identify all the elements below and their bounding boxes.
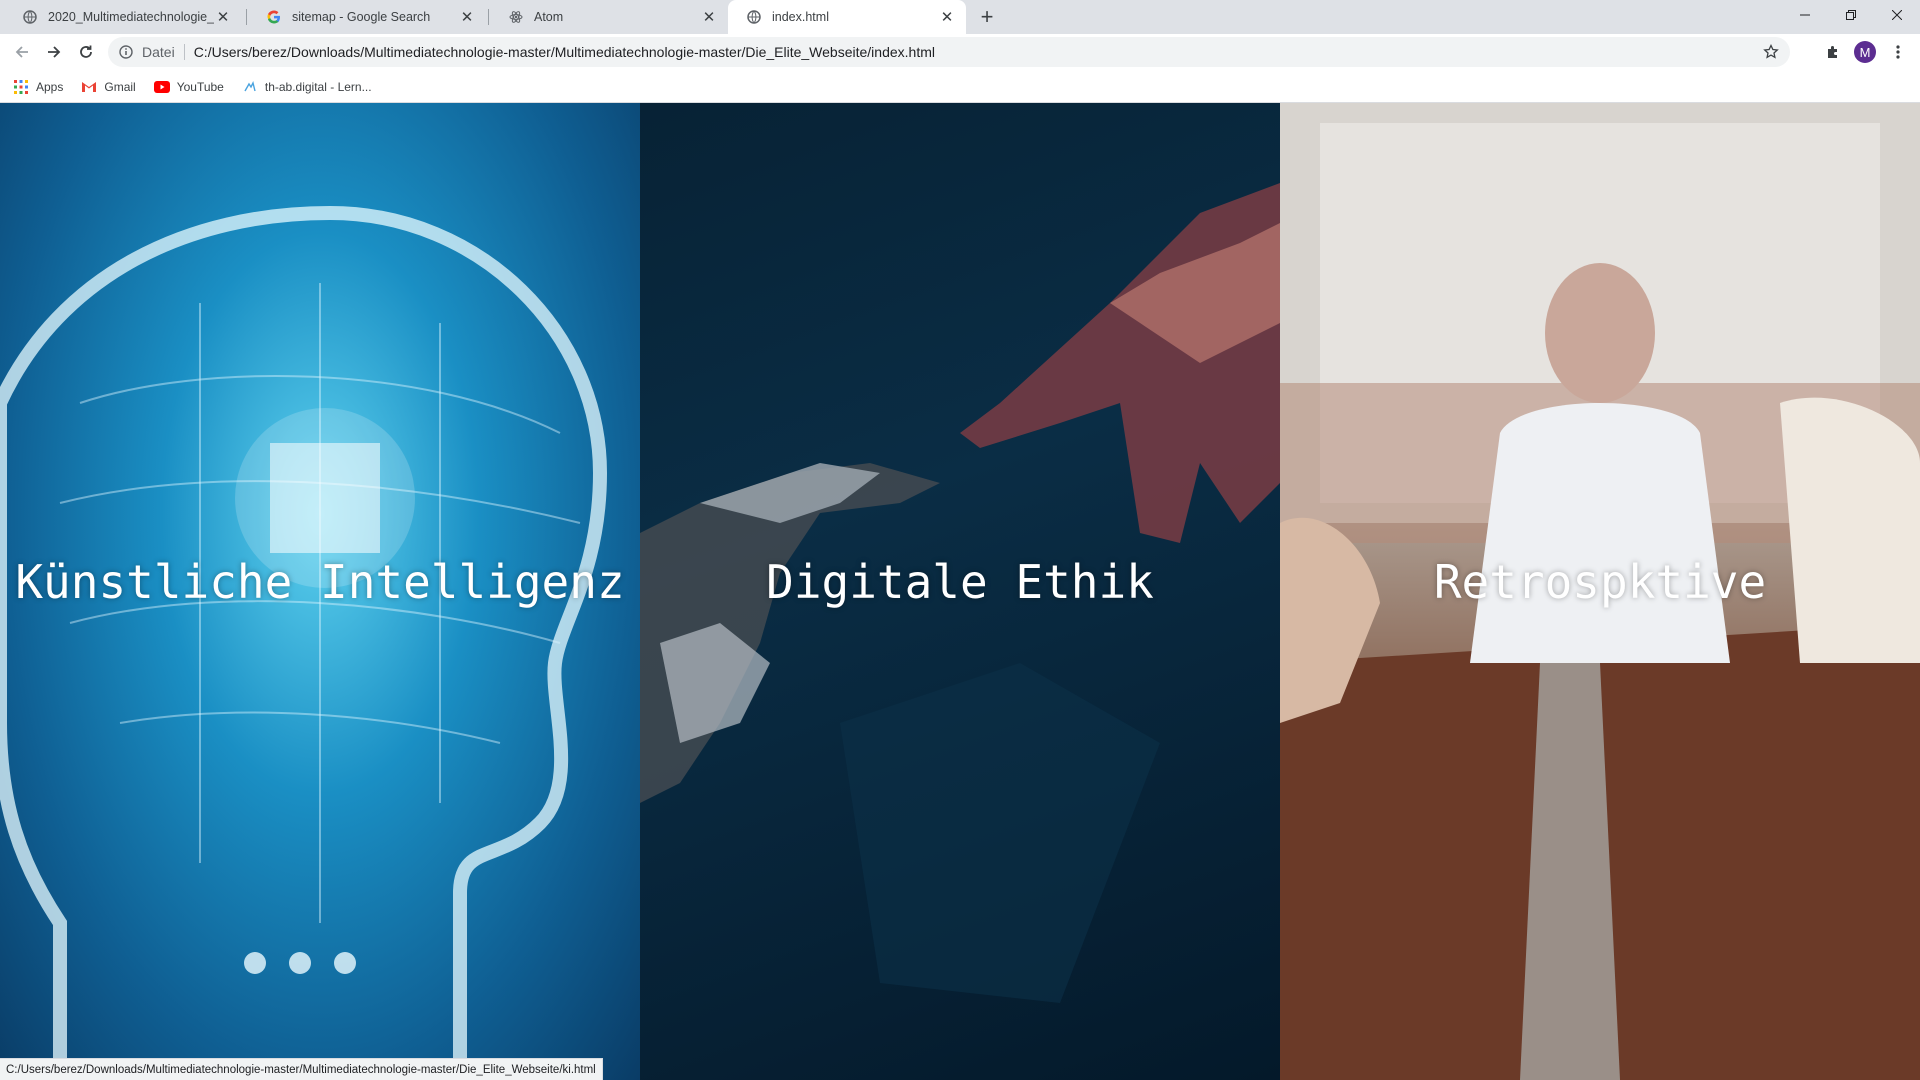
url-text[interactable]: C:/Users/berez/Downloads/Multimediatechn…	[194, 44, 935, 60]
bookmark-label: Gmail	[104, 79, 136, 94]
arrow-right-icon	[48, 46, 61, 58]
star-icon[interactable]	[1762, 43, 1780, 61]
browser-toolbar: Datei C:/Users/berez/Downloads/Multimedi…	[0, 34, 1920, 71]
bookmark-label: Apps	[36, 79, 64, 94]
close-window-button[interactable]	[1874, 0, 1920, 30]
scheme-label: Datei	[142, 44, 175, 60]
menu-button[interactable]	[1884, 38, 1912, 66]
bookmark-th-ab[interactable]: th-ab.digital - Lern...	[242, 79, 372, 95]
tab-separator	[488, 9, 489, 25]
status-bar-url: C:/Users/berez/Downloads/Multimediatechn…	[0, 1058, 603, 1080]
apps-grid-icon	[13, 79, 29, 95]
panel-title: Retrospktive	[1433, 554, 1767, 609]
bookmark-youtube[interactable]: YouTube	[153, 79, 224, 95]
gmail-icon	[81, 79, 97, 95]
panel-kuenstliche-intelligenz[interactable]: Künstliche Intelligenz	[0, 103, 640, 1080]
puzzle-icon	[1828, 46, 1837, 58]
panel-digitale-ethik[interactable]: Digitale Ethik	[640, 103, 1280, 1080]
address-bar[interactable]: Datei C:/Users/berez/Downloads/Multimedi…	[108, 37, 1790, 67]
close-icon[interactable]: ✕	[458, 8, 476, 26]
restore-button[interactable]	[1828, 0, 1874, 30]
tab-separator	[246, 9, 247, 25]
new-tab-button[interactable]: +	[975, 4, 999, 29]
reload-icon	[80, 45, 92, 58]
bookmarks-bar: Apps Gmail YouTube th-ab.digital - Lern.…	[0, 71, 1920, 103]
bookmark-label: YouTube	[176, 79, 224, 94]
tab-strip: 2020_Multimediatechnologie_Üb ✕ sitemap …	[0, 0, 1920, 34]
close-icon[interactable]: ✕	[700, 8, 718, 26]
panel-title: Künstliche Intelligenz	[15, 554, 625, 609]
close-icon[interactable]: ✕	[214, 8, 232, 26]
th-ab-icon	[242, 79, 258, 95]
extensions-button[interactable]	[1819, 38, 1847, 66]
page-content: Künstliche Intelligenz Digitale Ethik Re…	[0, 103, 1920, 1080]
atom-icon	[508, 9, 524, 25]
minimize-button[interactable]	[1782, 0, 1828, 30]
globe-icon	[746, 9, 762, 25]
kebab-menu-icon	[1896, 45, 1900, 59]
tab-atom[interactable]: Atom ✕	[490, 0, 728, 34]
profile-button[interactable]: M	[1851, 38, 1879, 66]
globe-icon	[22, 9, 38, 25]
tab-multimediatechnologie[interactable]: 2020_Multimediatechnologie_Üb ✕	[4, 0, 242, 34]
tab-title: sitemap - Google Search	[292, 10, 431, 24]
reload-button[interactable]	[72, 38, 100, 66]
panel-retrospektive[interactable]: Retrospktive	[1280, 103, 1920, 1080]
arrow-left-icon	[15, 46, 28, 58]
bookmark-apps[interactable]: Apps	[13, 79, 63, 95]
back-button[interactable]	[8, 38, 36, 66]
forward-button[interactable]	[40, 38, 68, 66]
bookmark-label: th-ab.digital - Lern...	[264, 79, 372, 94]
tab-index-html[interactable]: index.html ✕	[728, 0, 966, 34]
youtube-icon	[153, 79, 170, 95]
tab-google-search[interactable]: sitemap - Google Search ✕	[248, 0, 486, 34]
close-icon[interactable]: ✕	[938, 8, 956, 26]
tab-title: index.html	[772, 10, 829, 24]
tab-title: Atom	[534, 10, 564, 24]
tab-title: 2020_Multimediatechnologie_Üb	[48, 10, 214, 24]
google-icon	[266, 9, 282, 25]
panel-title: Digitale Ethik	[766, 554, 1154, 609]
avatar: M	[1854, 41, 1876, 63]
divider	[183, 44, 185, 60]
info-icon[interactable]	[118, 44, 134, 60]
bookmark-gmail[interactable]: Gmail	[81, 79, 136, 95]
